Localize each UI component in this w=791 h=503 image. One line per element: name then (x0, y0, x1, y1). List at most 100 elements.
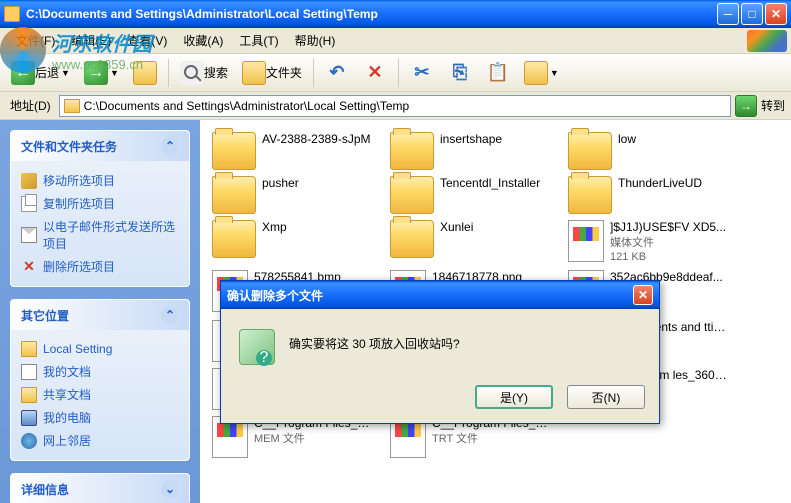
file-name: Xmp (262, 220, 287, 236)
file-name: low (618, 132, 636, 148)
details-header[interactable]: 详细信息 ⌄ (11, 474, 189, 503)
place-label: 共享文档 (43, 386, 91, 403)
mail-icon (21, 227, 37, 243)
up-folder-icon (133, 61, 157, 85)
delete-button[interactable]: ✕ (358, 58, 392, 88)
task-item[interactable]: 移动所选项目 (21, 169, 179, 192)
folder-icon (4, 6, 20, 22)
folders-button[interactable]: 文件夹 (237, 58, 307, 88)
menu-file[interactable]: 文件(F) (8, 30, 63, 51)
yes-button[interactable]: 是(Y) (475, 385, 553, 409)
close-button[interactable]: ✕ (765, 3, 787, 25)
paste-button[interactable]: 📋 (481, 58, 515, 88)
undo-icon: ↶ (325, 61, 349, 85)
chevron-down-icon: ▼ (61, 68, 70, 78)
menubar: 文件(F) 编辑(E) 查看(V) 收藏(A) 工具(T) 帮助(H) (0, 28, 791, 54)
place-label: 我的文档 (43, 363, 91, 380)
task-item[interactable]: 复制所选项目 (21, 192, 179, 215)
file-item[interactable]: ThunderLiveUD (568, 176, 728, 214)
file-item[interactable]: Tencentdl_Installer (390, 176, 550, 214)
menu-view[interactable]: 查看(V) (119, 30, 175, 51)
chevron-up-icon: ⌃ (161, 137, 179, 155)
img-icon (568, 220, 604, 262)
dialog-titlebar: 确认删除多个文件 ✕ (221, 281, 659, 309)
folder-icon (64, 99, 80, 113)
task-label: 删除所选项目 (43, 258, 115, 275)
forward-button[interactable]: → ▼ (79, 58, 124, 88)
search-button[interactable]: 搜索 (175, 58, 233, 88)
window-title: C:\Documents and Settings\Administrator\… (26, 7, 717, 21)
place-item[interactable]: 共享文档 (21, 383, 179, 406)
menu-edit[interactable]: 编辑(E) (63, 30, 119, 51)
task-item[interactable]: 以电子邮件形式发送所选项目 (21, 215, 179, 255)
place-item[interactable]: Local Setting (21, 338, 179, 360)
tasks-panel-header[interactable]: 文件和文件夹任务 ⌃ (11, 131, 189, 161)
back-button[interactable]: ← 后退 ▼ (6, 58, 75, 88)
move-icon (21, 173, 37, 189)
file-item[interactable]: low (568, 132, 728, 170)
cut-button[interactable]: ✂ (405, 58, 439, 88)
menu-favorites[interactable]: 收藏(A) (175, 30, 231, 51)
pc-icon (21, 410, 37, 426)
no-button[interactable]: 否(N) (567, 385, 645, 409)
file-name: insertshape (440, 132, 502, 148)
copy-icon: ⎘ (448, 61, 472, 85)
file-item[interactable]: pusher (212, 176, 372, 214)
del-icon: ✕ (21, 259, 37, 275)
folder-icon (212, 132, 256, 170)
file-name: AV-2388-2389-sJpM (262, 132, 371, 148)
paste-icon: 📋 (486, 61, 510, 85)
place-item[interactable]: 我的电脑 (21, 406, 179, 429)
search-icon (180, 61, 204, 85)
copy-icon (21, 196, 37, 212)
other-places-header[interactable]: 其它位置 ⌃ (11, 300, 189, 330)
task-item[interactable]: ✕ 删除所选项目 (21, 255, 179, 278)
file-item[interactable]: Xunlei (390, 220, 550, 264)
file-item[interactable]: Xmp (212, 220, 372, 264)
place-item[interactable]: 我的文档 (21, 360, 179, 383)
other-places-panel: 其它位置 ⌃ Local Setting 我的文档共享文档我的电脑网上邻居 (10, 299, 190, 461)
net-icon (21, 433, 37, 449)
file-item[interactable]: insertshape (390, 132, 550, 170)
folders-label: 文件夹 (266, 64, 302, 81)
address-input[interactable]: C:\Documents and Settings\Administrator\… (59, 95, 731, 117)
address-path: C:\Documents and Settings\Administrator\… (84, 99, 410, 113)
views-button[interactable]: ▼ (519, 58, 564, 88)
chevron-down-icon: ▼ (550, 68, 559, 78)
back-arrow-icon: ← (11, 61, 35, 85)
place-label: 我的电脑 (43, 409, 91, 426)
place-item[interactable]: 网上邻居 (21, 429, 179, 452)
folder-icon (212, 220, 256, 258)
up-button[interactable] (128, 58, 162, 88)
file-name: Tencentdl_Installer (440, 176, 540, 192)
details-title: 详细信息 (21, 481, 69, 498)
search-label: 搜索 (204, 64, 228, 81)
copy-button[interactable]: ⎘ (443, 58, 477, 88)
dialog-close-button[interactable]: ✕ (633, 285, 653, 305)
folder-icon (390, 176, 434, 214)
menu-tools[interactable]: 工具(T) (231, 30, 286, 51)
recycle-question-icon (239, 329, 275, 365)
file-name: pusher (262, 176, 299, 192)
go-button[interactable]: → (735, 95, 757, 117)
file-meta: MEM 文件 (254, 432, 372, 446)
address-label: 地址(D) (6, 97, 55, 114)
dialog-message: 确实要将这 30 项放入回收站吗? (289, 329, 641, 352)
file-item[interactable]: ]$J1J)USE$FV XD5...媒体文件121 KB (568, 220, 728, 264)
menu-help[interactable]: 帮助(H) (287, 30, 344, 51)
file-name: ]$J1J)USE$FV XD5... (610, 220, 726, 236)
minimize-button[interactable]: ─ (717, 3, 739, 25)
undo-button[interactable]: ↶ (320, 58, 354, 88)
sidebar: 文件和文件夹任务 ⌃ 移动所选项目复制所选项目以电子邮件形式发送所选项目 ✕ 删除所… (0, 120, 200, 503)
details-panel: 详细信息 ⌄ (10, 473, 190, 503)
file-name: ThunderLiveUD (618, 176, 702, 192)
maximize-button[interactable]: □ (741, 3, 763, 25)
tasks-title: 文件和文件夹任务 (21, 138, 117, 155)
go-label: 转到 (761, 97, 785, 114)
windows-logo-icon (747, 30, 787, 52)
chevron-down-icon: ⌄ (161, 480, 179, 498)
chevron-up-icon: ⌃ (161, 306, 179, 324)
folder-icon (390, 220, 434, 258)
file-item[interactable]: AV-2388-2389-sJpM (212, 132, 372, 170)
chevron-down-icon: ▼ (110, 68, 119, 78)
